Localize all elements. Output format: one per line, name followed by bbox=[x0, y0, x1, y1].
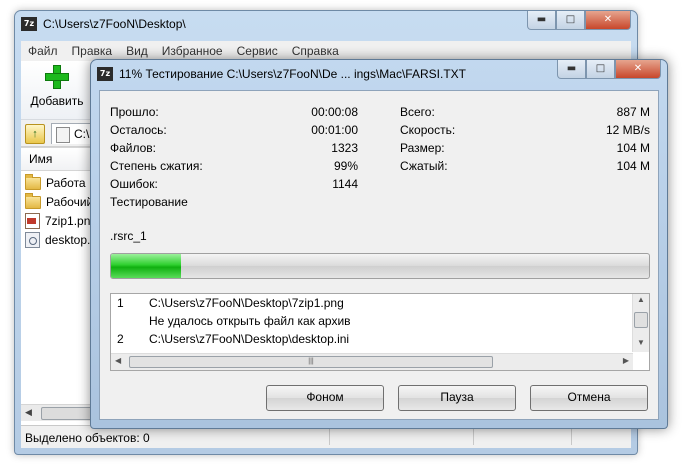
folder-icon bbox=[25, 192, 41, 209]
ratio-value: 99% bbox=[333, 159, 358, 173]
log-row-text: C:\Users\z7FooN\Desktop\7zip1.png bbox=[149, 296, 344, 310]
png-file-icon bbox=[25, 213, 40, 229]
remaining-value: 00:01:00 bbox=[311, 123, 358, 137]
list-item[interactable]: 7zip1.png bbox=[25, 212, 97, 230]
add-button-label: Добавить bbox=[30, 94, 84, 108]
progress-bar bbox=[110, 253, 650, 279]
log-row-number: 1 bbox=[117, 296, 124, 310]
dialog-title: 11% Тестирование C:\Users\z7FooN\De ... … bbox=[119, 67, 466, 81]
packed-label: Сжатый: bbox=[400, 159, 448, 173]
add-button[interactable]: Добавить bbox=[27, 65, 87, 117]
dialog-titlebar[interactable]: 7z 11% Тестирование C:\Users\z7FooN\De .… bbox=[91, 60, 667, 88]
main-window-title: C:\Users\z7FooN\Desktop\ bbox=[43, 17, 186, 31]
log-row-text: C:\Users\z7FooN\Desktop\desktop.ini bbox=[149, 332, 350, 346]
address-path: C:\ bbox=[74, 127, 90, 141]
log-vscroll-thumb[interactable] bbox=[634, 312, 648, 328]
maximize-button[interactable]: □ bbox=[556, 11, 585, 30]
progress-dialog: 7z 11% Тестирование C:\Users\z7FooN\De .… bbox=[90, 59, 668, 429]
scroll-down-icon[interactable]: ▼ bbox=[637, 338, 645, 347]
list-item[interactable]: Работа bbox=[25, 173, 86, 192]
status-divider bbox=[473, 429, 474, 445]
dialog-maximize-button[interactable]: □ bbox=[586, 60, 615, 79]
log-row-number: 2 bbox=[117, 332, 124, 346]
error-log-list[interactable]: 1 C:\Users\z7FooN\Desktop\7zip1.png Не у… bbox=[110, 293, 650, 371]
list-item[interactable]: desktop. bbox=[25, 231, 90, 249]
ini-file-icon bbox=[25, 232, 40, 248]
selection-status: Выделено объектов: 0 bbox=[25, 431, 150, 445]
log-horizontal-scrollbar[interactable]: ◀ ||| ▶ bbox=[111, 353, 633, 370]
remaining-label: Осталось: bbox=[110, 123, 167, 137]
file-name: Рабочий bbox=[46, 195, 94, 209]
progress-bar-fill bbox=[111, 254, 181, 278]
dialog-close-button[interactable]: ✕ bbox=[615, 60, 661, 79]
files-value: 1323 bbox=[331, 141, 358, 155]
scroll-up-icon[interactable]: ▲ bbox=[637, 295, 645, 304]
speed-label: Скорость: bbox=[400, 123, 456, 137]
7zip-app-icon: 7z bbox=[97, 67, 113, 81]
pause-button[interactable]: Пауза bbox=[398, 385, 516, 411]
log-row-text: Не удалось открыть файл как архив bbox=[149, 314, 351, 328]
file-name: Работа bbox=[46, 176, 86, 190]
list-item[interactable]: Рабочий bbox=[25, 192, 94, 211]
drive-icon bbox=[56, 127, 70, 143]
column-name-label: Имя bbox=[29, 152, 53, 166]
add-plus-icon bbox=[45, 65, 69, 89]
scroll-left-icon[interactable]: ◀ bbox=[115, 356, 121, 365]
log-hscroll-thumb[interactable]: ||| bbox=[129, 356, 493, 368]
folder-up-icon[interactable]: ↑ bbox=[25, 124, 45, 144]
scroll-right-icon[interactable]: ▶ bbox=[623, 356, 629, 365]
folder-icon bbox=[25, 173, 41, 190]
menu-view[interactable]: Вид bbox=[119, 44, 155, 58]
menu-tools[interactable]: Сервис bbox=[230, 44, 285, 58]
errors-value: 1144 bbox=[332, 177, 358, 191]
size-value: 104 M bbox=[616, 141, 650, 155]
status-divider bbox=[571, 429, 572, 445]
dialog-minimize-button[interactable]: ▬ bbox=[557, 60, 586, 79]
menu-file[interactable]: Файл bbox=[21, 44, 65, 58]
menu-favorites[interactable]: Избранное bbox=[155, 44, 230, 58]
total-label: Всего: bbox=[400, 105, 435, 119]
elapsed-label: Прошло: bbox=[110, 105, 159, 119]
ratio-label: Степень сжатия: bbox=[110, 159, 203, 173]
file-name: desktop. bbox=[45, 233, 91, 247]
main-titlebar[interactable]: 7z C:\Users\z7FooN\Desktop\ ▬ □ ✕ bbox=[15, 11, 637, 39]
errors-label: Ошибок: bbox=[110, 177, 158, 191]
menubar: Файл Правка Вид Избранное Сервис Справка bbox=[21, 41, 631, 61]
menu-help[interactable]: Справка bbox=[285, 44, 346, 58]
packed-value: 104 M bbox=[616, 159, 650, 173]
status-divider bbox=[329, 429, 330, 445]
scroll-left-icon[interactable]: ◀ bbox=[25, 407, 32, 418]
close-button[interactable]: ✕ bbox=[585, 11, 631, 30]
log-vertical-scrollbar[interactable]: ▲ ▼ bbox=[632, 294, 649, 352]
size-label: Размер: bbox=[400, 141, 445, 155]
menu-edit[interactable]: Правка bbox=[65, 44, 120, 58]
speed-value: 12 MB/s bbox=[605, 123, 650, 137]
files-label: Файлов: bbox=[110, 141, 157, 155]
cancel-button[interactable]: Отмена bbox=[530, 385, 648, 411]
dialog-body: Прошло: 00:00:08 Осталось: 00:01:00 Файл… bbox=[99, 90, 659, 420]
elapsed-value: 00:00:08 bbox=[311, 105, 358, 119]
current-item-label: .rsrc_1 bbox=[110, 229, 147, 243]
minimize-button[interactable]: ▬ bbox=[527, 11, 556, 30]
7zip-app-icon: 7z bbox=[21, 17, 37, 31]
background-button[interactable]: Фоном bbox=[266, 385, 384, 411]
operation-label: Тестирование bbox=[110, 195, 188, 209]
total-value: 887 M bbox=[616, 105, 650, 119]
